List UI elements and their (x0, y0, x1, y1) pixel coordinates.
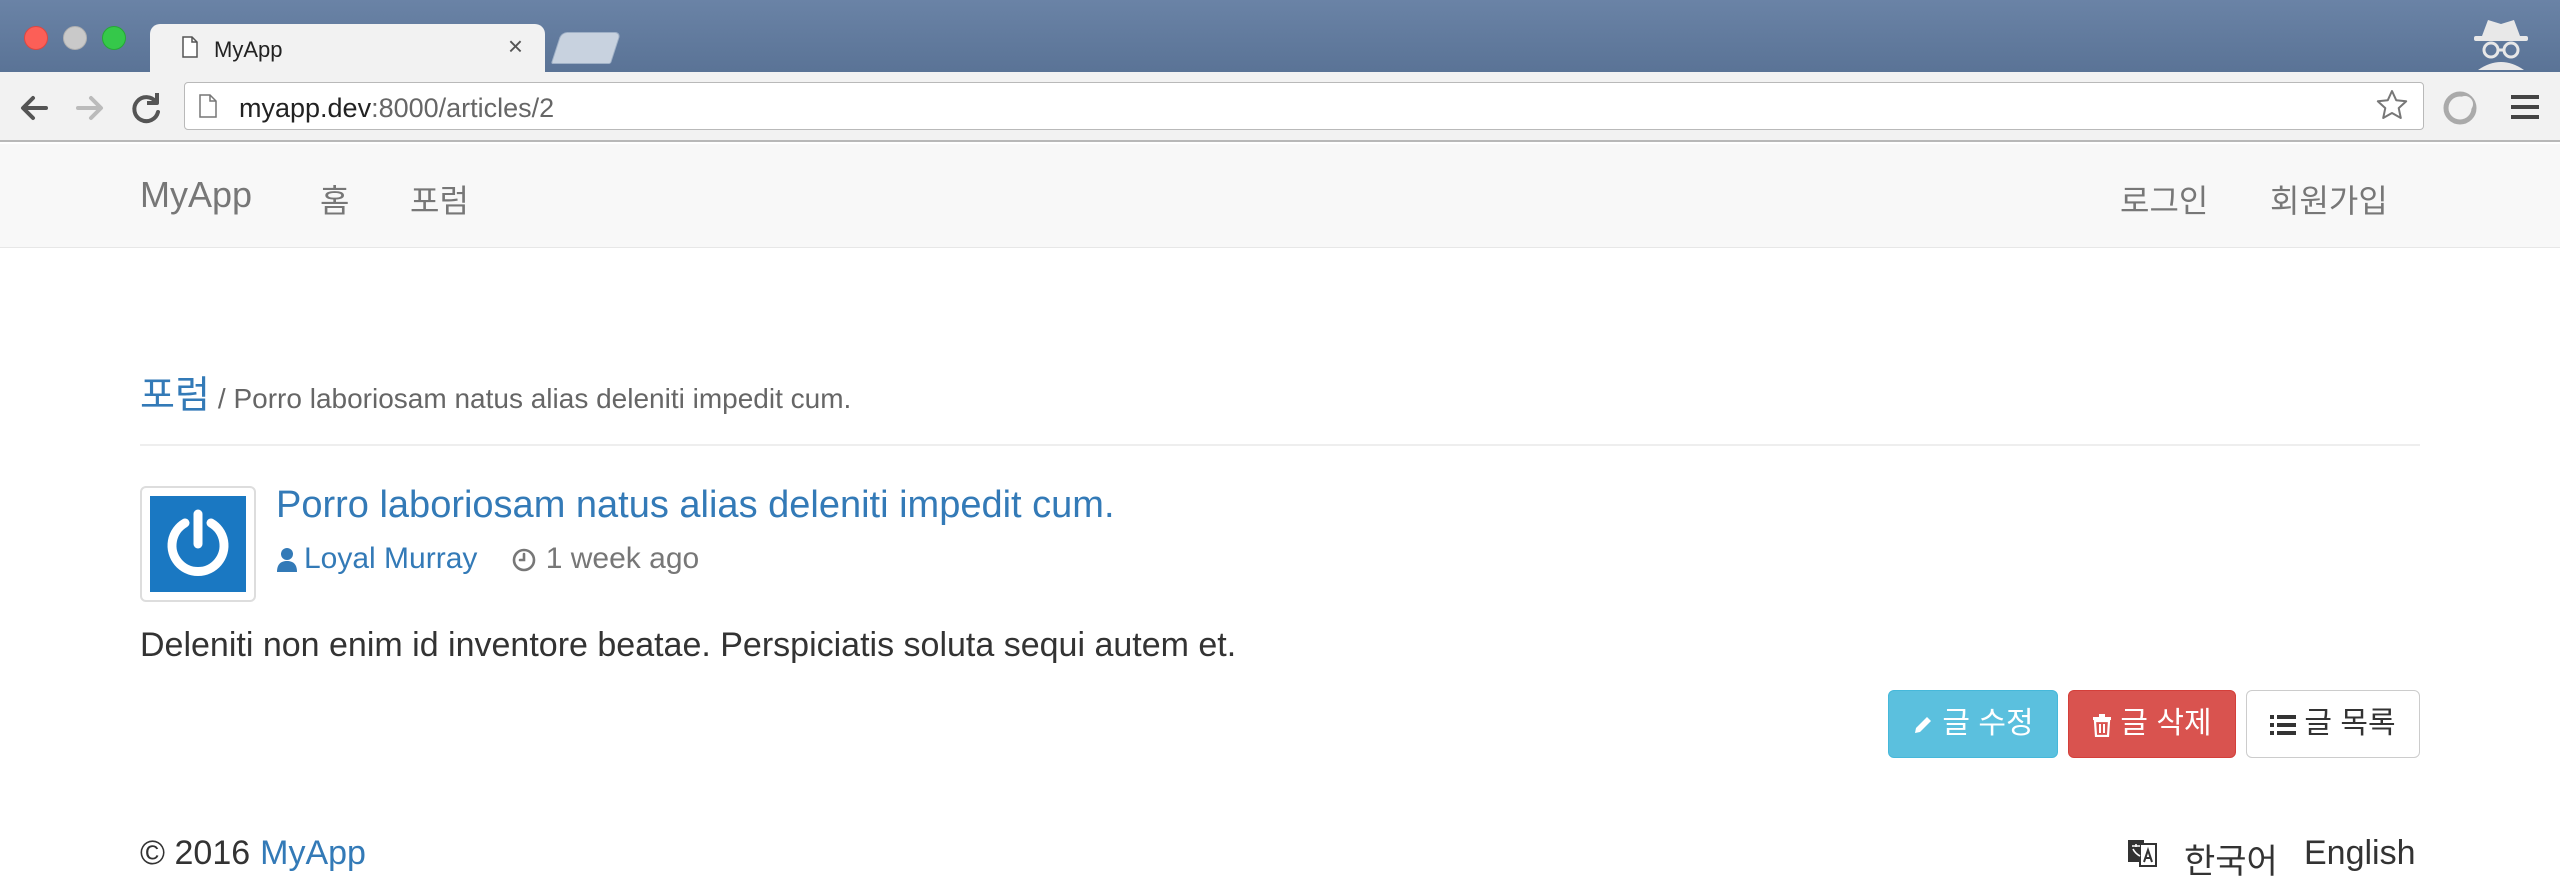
nav-home[interactable]: 홈 (320, 176, 349, 222)
url-host: myapp.dev (239, 93, 372, 123)
tab-close-icon[interactable]: × (508, 33, 523, 59)
article-list-button[interactable]: 글 목록 (2246, 690, 2420, 758)
edit-article-label: 글 수정 (1942, 707, 2034, 740)
breadcrumb-forum-link[interactable]: 포럼 (140, 375, 210, 417)
close-window-button[interactable] (24, 26, 48, 50)
language-icon (2128, 840, 2157, 867)
trash-icon (2093, 714, 2112, 738)
author-link[interactable]: Loyal Murray (304, 542, 477, 575)
minimize-window-button[interactable] (63, 26, 87, 50)
bookmark-star-icon[interactable] (2375, 88, 2409, 122)
reload-icon[interactable] (126, 88, 166, 128)
page-icon (199, 94, 217, 118)
back-arrow-icon[interactable] (14, 88, 54, 128)
power-icon (150, 496, 246, 592)
app-navbar: MyApp 홈 포럼 로그인 회원가입 (0, 144, 2560, 248)
document-icon (182, 36, 198, 58)
list-icon (2270, 715, 2297, 736)
avatar (140, 486, 256, 602)
copyright-text: © 2016 (140, 834, 251, 872)
article-meta: Loyal Murray 1 week ago (276, 542, 699, 576)
new-tab-button[interactable] (550, 32, 622, 64)
url-text: myapp.dev:8000/articles/2 (239, 93, 554, 124)
extension-icon[interactable] (2440, 88, 2480, 128)
pencil-icon (1915, 717, 1932, 734)
article-list-label: 글 목록 (2304, 707, 2396, 740)
tab-title: MyApp (214, 37, 283, 62)
breadcrumb-current: / Porro laboriosam natus alias deleniti … (217, 383, 852, 414)
browser-menu-icon[interactable] (2508, 92, 2542, 122)
nav-login[interactable]: 로그인 (2120, 176, 2208, 222)
breadcrumb: 포럼 / Porro laboriosam natus alias delenit… (140, 364, 851, 419)
edit-article-button[interactable]: 글 수정 (1888, 690, 2058, 758)
address-bar[interactable]: myapp.dev:8000/articles/2 (184, 82, 2424, 130)
url-path: :8000/articles/2 (371, 93, 555, 123)
nav-forum[interactable]: 포럼 (410, 176, 469, 222)
brand-link[interactable]: MyApp (140, 174, 252, 216)
user-icon (277, 548, 297, 573)
language-english-link[interactable]: English (2304, 834, 2416, 873)
delete-article-button[interactable]: 글 삭제 (2068, 690, 2236, 758)
browser-tab[interactable]: MyApp × (150, 24, 545, 72)
nav-signup[interactable]: 회원가입 (2270, 176, 2388, 222)
divider (140, 444, 2420, 446)
article-body: Deleniti non enim id inventore beatae. P… (140, 626, 1237, 664)
article-title[interactable]: Porro laboriosam natus alias deleniti im… (276, 484, 1115, 527)
article-time: 1 week ago (545, 542, 700, 575)
footer-brand-link[interactable]: MyApp (260, 834, 366, 872)
maximize-window-button[interactable] (102, 26, 126, 50)
footer-copyright: © 2016 MyApp (140, 834, 366, 873)
browser-toolbar: myapp.dev:8000/articles/2 (0, 72, 2560, 142)
browser-titlebar: MyApp × (0, 0, 2560, 72)
language-korean-link[interactable]: 한국어 (2184, 834, 2278, 883)
forward-arrow-icon[interactable] (70, 88, 110, 128)
clock-icon (512, 548, 536, 572)
delete-article-label: 글 삭제 (2120, 707, 2212, 740)
incognito-icon (2474, 20, 2528, 70)
